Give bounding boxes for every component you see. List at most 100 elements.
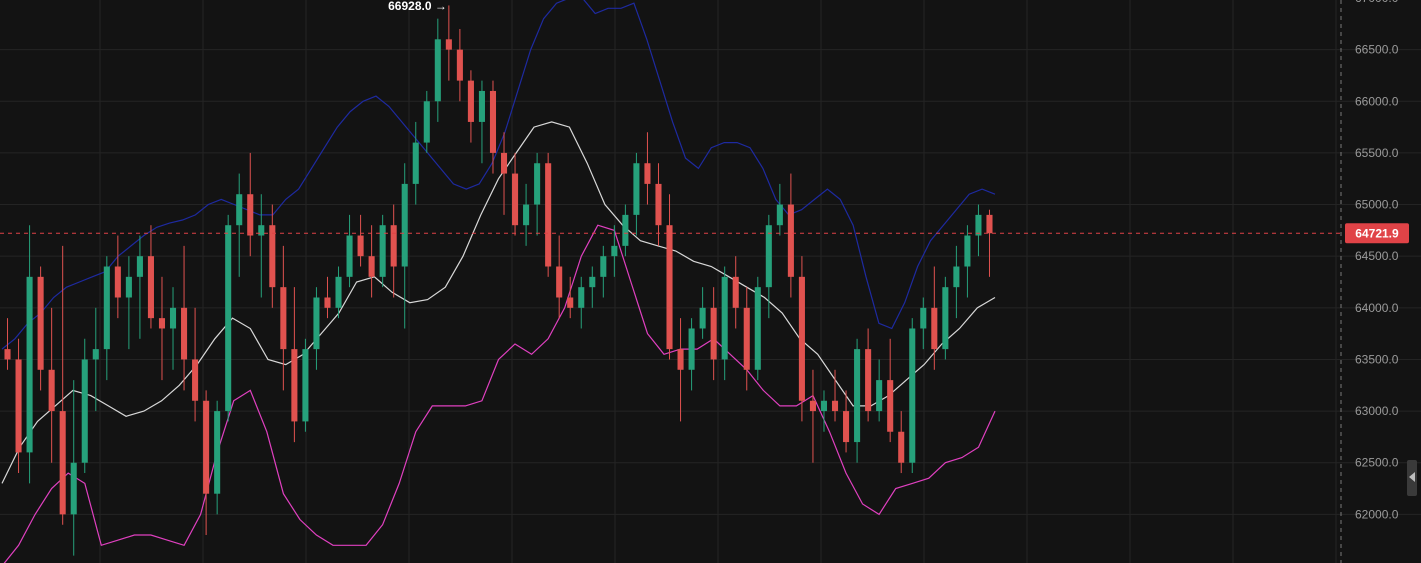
candle bbox=[633, 152, 640, 236]
candle-body bbox=[500, 152, 508, 174]
candle bbox=[688, 318, 695, 391]
candle bbox=[125, 256, 132, 350]
y-tick-label: 63000.0 bbox=[1355, 404, 1399, 418]
candle bbox=[500, 132, 508, 215]
y-tick-label: 62000.0 bbox=[1355, 507, 1399, 521]
candle-body bbox=[434, 39, 441, 102]
candle-body bbox=[48, 369, 55, 412]
high-marker: 66928.0 → bbox=[388, 0, 447, 13]
candle-body bbox=[876, 380, 883, 412]
candle-body bbox=[70, 462, 77, 515]
candle bbox=[214, 400, 221, 515]
candle bbox=[798, 256, 805, 422]
y-tick-label: 63500.0 bbox=[1355, 352, 1399, 366]
candle-body bbox=[677, 349, 684, 370]
candle-body bbox=[633, 163, 640, 215]
candle-body bbox=[158, 318, 166, 329]
candle-body bbox=[4, 349, 11, 360]
candle bbox=[247, 152, 254, 257]
candle bbox=[942, 276, 949, 360]
candle-body bbox=[302, 349, 309, 422]
candle bbox=[225, 214, 232, 422]
candle bbox=[346, 214, 353, 288]
candle-body bbox=[412, 142, 419, 184]
candle-body bbox=[534, 163, 541, 205]
y-tick-label: 62500.0 bbox=[1355, 456, 1399, 470]
y-tick-label: 67000.0 bbox=[1355, 0, 1399, 5]
candle-body bbox=[478, 90, 485, 122]
candle bbox=[236, 173, 243, 277]
candle-body bbox=[953, 266, 960, 288]
candle-body bbox=[423, 101, 430, 143]
candle bbox=[147, 225, 154, 329]
y-tick-label: 66000.0 bbox=[1355, 94, 1399, 108]
candle bbox=[787, 173, 794, 298]
candle bbox=[136, 235, 143, 339]
candle bbox=[534, 152, 541, 236]
candle-body bbox=[313, 297, 320, 350]
candle-body bbox=[600, 256, 607, 277]
candle-body bbox=[644, 163, 651, 184]
y-tick-label: 64500.0 bbox=[1355, 249, 1399, 263]
candle bbox=[269, 204, 276, 308]
candle bbox=[412, 121, 419, 205]
candle bbox=[379, 214, 386, 288]
candle bbox=[489, 80, 497, 174]
candle-body bbox=[854, 349, 861, 443]
candle-body bbox=[214, 411, 221, 494]
candle bbox=[865, 328, 872, 422]
candle-body bbox=[445, 39, 452, 50]
candle bbox=[390, 204, 397, 298]
y-axis: 62000.0 62500.0 63000.0 63500.0 64000.0 64500… bbox=[1355, 0, 1399, 521]
candle-body bbox=[114, 266, 121, 298]
candle-body bbox=[898, 431, 905, 463]
candle-body bbox=[324, 297, 331, 308]
candle-body bbox=[865, 349, 872, 412]
candle bbox=[445, 5, 452, 81]
candle bbox=[677, 318, 684, 422]
candle bbox=[192, 307, 199, 422]
candle-body bbox=[125, 276, 132, 298]
candle-body bbox=[236, 194, 243, 226]
candle bbox=[324, 276, 331, 319]
candle bbox=[622, 204, 629, 257]
candle-body bbox=[346, 235, 353, 277]
candle bbox=[401, 163, 408, 329]
candle-body bbox=[589, 276, 596, 288]
candle-body bbox=[942, 287, 949, 350]
candle bbox=[313, 287, 320, 370]
candle-body bbox=[467, 80, 474, 122]
candle-body bbox=[335, 276, 342, 308]
last-price-label: 64721.9 bbox=[1355, 226, 1399, 240]
candle-body bbox=[269, 225, 276, 288]
candle-body bbox=[831, 400, 839, 412]
candle-body bbox=[666, 225, 673, 350]
scale-collapse-handle[interactable] bbox=[1407, 460, 1417, 496]
candle-body bbox=[192, 359, 199, 401]
candle bbox=[887, 338, 894, 443]
candle-body bbox=[280, 287, 287, 350]
candle bbox=[81, 338, 88, 474]
candle bbox=[478, 80, 485, 164]
candle-body bbox=[181, 307, 188, 360]
candle-body bbox=[357, 235, 364, 257]
candle-body bbox=[765, 225, 772, 288]
candle-body bbox=[523, 204, 530, 226]
candle bbox=[854, 338, 861, 463]
last-price-badge: 64721.9 bbox=[1345, 223, 1409, 244]
candle bbox=[523, 183, 530, 246]
candle bbox=[986, 209, 993, 277]
candle bbox=[158, 276, 166, 381]
candle-body bbox=[699, 307, 706, 329]
candle bbox=[103, 256, 110, 381]
candle-body bbox=[578, 287, 585, 308]
candle-body bbox=[456, 49, 463, 81]
candle-body bbox=[556, 266, 563, 298]
candle bbox=[556, 235, 563, 319]
candle bbox=[721, 266, 728, 381]
candle-body bbox=[401, 183, 408, 267]
high-marker-label: 66928.0 → bbox=[388, 0, 447, 13]
candle-body bbox=[820, 400, 828, 412]
candle-body bbox=[743, 307, 750, 370]
candle bbox=[92, 307, 99, 412]
